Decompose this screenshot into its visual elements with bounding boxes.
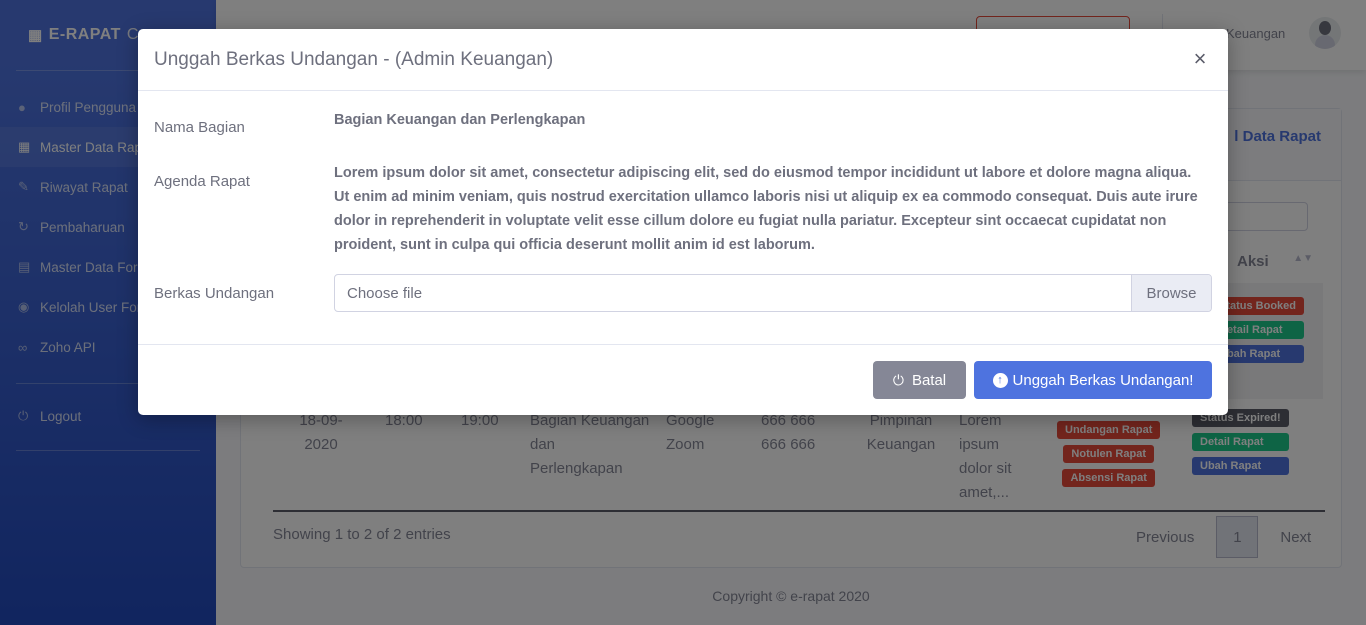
file-input[interactable]: Choose file Browse [334,274,1212,312]
modal-footer: ⏻ Batal ↑ Unggah Berkas Undangan! [138,344,1228,415]
upload-invitation-modal: Unggah Berkas Undangan - (Admin Keuangan… [138,29,1228,415]
nama-bagian-value: Bagian Keuangan dan Perlengkapan [334,112,586,128]
close-icon[interactable]: × [1188,45,1212,73]
berkas-undangan-label: Berkas Undangan [154,285,275,302]
modal-body: Nama Bagian Bagian Keuangan dan Perlengk… [138,91,1228,343]
modal-header: Unggah Berkas Undangan - (Admin Keuangan… [138,29,1228,91]
upload-button-label: Unggah Berkas Undangan! [1012,371,1194,389]
modal-title: Unggah Berkas Undangan - (Admin Keuangan… [154,49,554,70]
power-icon: ⏻ [892,371,904,388]
browse-button[interactable]: Browse [1131,275,1211,311]
upload-button[interactable]: ↑ Unggah Berkas Undangan! [974,361,1212,399]
nama-bagian-label: Nama Bagian [154,119,245,136]
file-input-text[interactable]: Choose file [335,275,1131,311]
arrow-up-circle-icon: ↑ [992,372,1008,388]
cancel-button-label: Batal [911,371,947,389]
agenda-rapat-label: Agenda Rapat [154,173,250,190]
cancel-button[interactable]: ⏻ Batal [873,361,966,399]
agenda-rapat-value: Lorem ipsum dolor sit amet, consectetur … [334,165,1198,253]
